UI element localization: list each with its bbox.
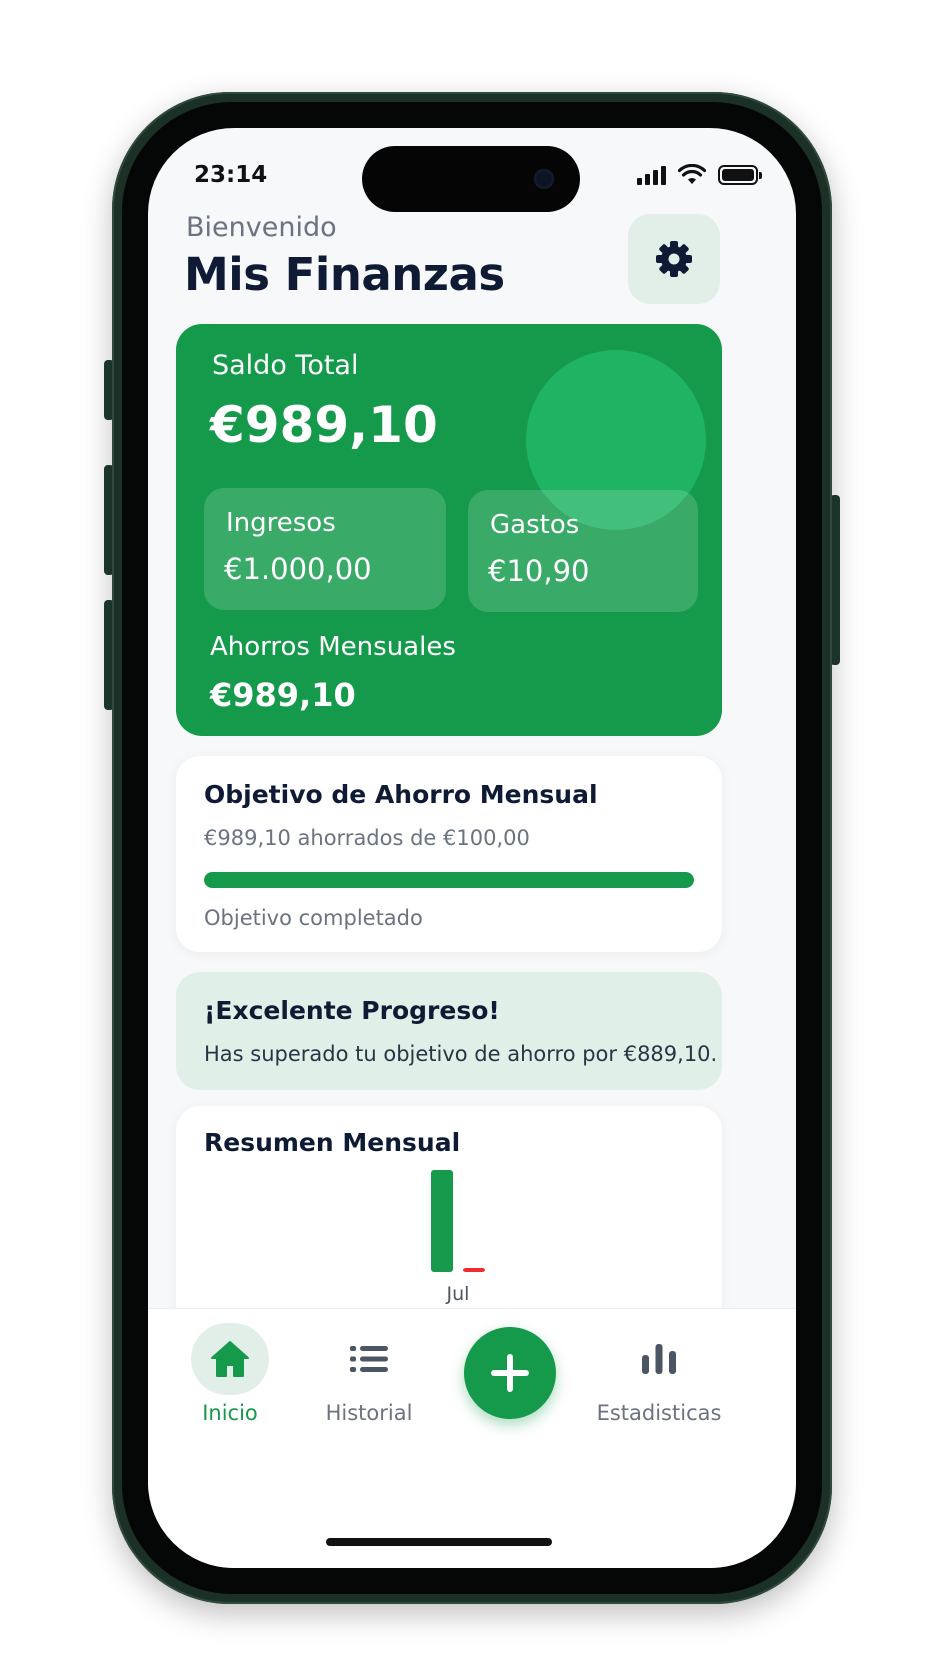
page-title: Mis Finanzas: [184, 248, 505, 301]
home-icon: [211, 1341, 249, 1377]
summary-bar-expense: [463, 1268, 485, 1272]
savings-label: Ahorros Mensuales: [210, 632, 456, 662]
goal-subtitle: €989,10 ahorrados de €100,00: [204, 826, 530, 850]
progress-alert-card: ¡Excelente Progreso! Has superado tu obj…: [176, 972, 722, 1090]
goal-progress-fill: [204, 872, 694, 888]
cellular-signal-icon: [637, 165, 666, 185]
savings-goal-card: Objetivo de Ahorro Mensual €989,10 ahorr…: [176, 756, 722, 952]
goal-status: Objetivo completado: [204, 906, 423, 930]
income-label: Ingresos: [226, 508, 336, 538]
nav-history-label: Historial: [325, 1401, 413, 1425]
nav-statistics-label: Estadisticas: [596, 1401, 722, 1425]
status-time: 23:14: [194, 162, 268, 188]
expense-value: €10,90: [488, 554, 590, 588]
nav-home-icon-wrap: [191, 1323, 269, 1395]
greeting-text: Bienvenido: [186, 212, 337, 243]
goal-progress-bar: [204, 872, 694, 888]
expense-card: Gastos €10,90: [468, 490, 698, 612]
alert-text: Has superado tu objetivo de ahorro por €…: [204, 1042, 718, 1066]
battery-icon: [718, 165, 762, 185]
nav-home[interactable]: Inicio: [178, 1323, 282, 1425]
bar-chart-icon: [642, 1344, 676, 1374]
savings-value: €989,10: [210, 676, 356, 714]
income-card: Ingresos €1.000,00: [204, 488, 446, 610]
expense-label: Gastos: [490, 510, 580, 540]
goal-title: Objetivo de Ahorro Mensual: [204, 780, 598, 809]
phone-screen: 23:14 Bienvenido Mis Finanzas Saldo Tota…: [148, 128, 796, 1568]
nav-history[interactable]: Historial: [314, 1323, 424, 1425]
balance-card: Saldo Total €989,10 Ingresos €1.000,00 G…: [176, 324, 722, 736]
income-value: €1.000,00: [224, 552, 372, 586]
balance-label: Saldo Total: [212, 350, 359, 381]
settings-button[interactable]: [628, 214, 720, 304]
status-icons: [637, 164, 762, 186]
bottom-navigation: Inicio Historial Estadisticas: [148, 1308, 796, 1568]
add-transaction-button[interactable]: [464, 1327, 556, 1419]
wifi-icon: [678, 164, 706, 184]
list-icon: [350, 1346, 388, 1372]
dynamic-island: [362, 146, 580, 212]
plus-icon: [491, 1354, 529, 1392]
nav-statistics[interactable]: Estadisticas: [594, 1323, 724, 1425]
gear-icon: [656, 241, 692, 277]
front-camera: [534, 169, 554, 189]
summary-category-label: Jul: [446, 1283, 470, 1305]
nav-home-label: Inicio: [202, 1401, 258, 1425]
alert-title: ¡Excelente Progreso!: [204, 996, 500, 1025]
home-indicator: [326, 1538, 552, 1546]
balance-value: €989,10: [210, 396, 438, 454]
summary-bar-income: [431, 1170, 453, 1272]
